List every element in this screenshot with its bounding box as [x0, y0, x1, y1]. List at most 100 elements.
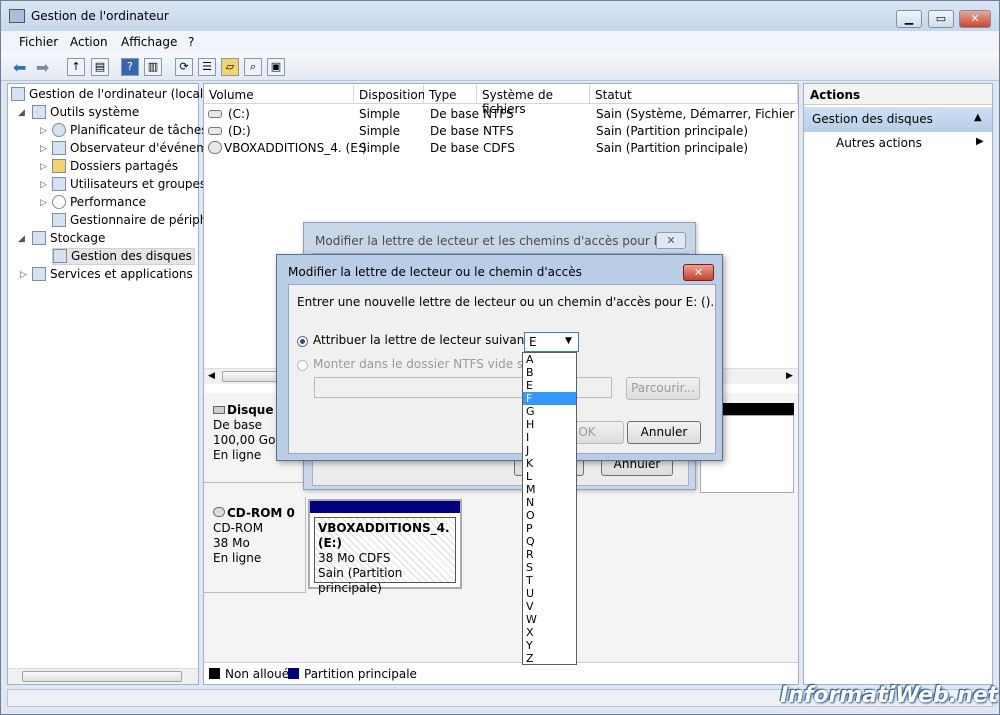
- back-arrow-icon[interactable]: ⬅: [13, 58, 26, 77]
- tree-item-system-tools[interactable]: Outils système: [32, 105, 139, 119]
- dropdown-option-p[interactable]: P: [523, 522, 576, 535]
- radio-assign-letter-label[interactable]: Attribuer la lettre de lecteur suivante …: [313, 333, 544, 347]
- tree-item-task-scheduler[interactable]: Planificateur de tâches: [52, 123, 208, 137]
- legend: Non alloué Partition principale: [204, 662, 798, 684]
- scroll-left-icon[interactable]: ◀: [208, 371, 215, 381]
- minimize-button[interactable]: ▁: [896, 10, 922, 28]
- dropdown-option-h[interactable]: H: [523, 418, 576, 431]
- dropdown-option-a[interactable]: A: [523, 353, 576, 366]
- tree-item-disk-management[interactable]: Gestion des disques: [52, 248, 195, 265]
- tree-item-device-manager[interactable]: Gestionnaire de périphé: [52, 213, 215, 227]
- dropdown-option-v[interactable]: V: [523, 600, 576, 613]
- tree-horizontal-scrollbar[interactable]: [8, 668, 198, 684]
- radio-mount-folder[interactable]: [297, 360, 308, 371]
- column-header-volume[interactable]: Volume: [204, 85, 354, 104]
- dropdown-option-f[interactable]: F: [523, 392, 576, 405]
- expand-arrow-icon[interactable]: ▷: [40, 144, 47, 154]
- browse-button[interactable]: Parcourir...: [626, 377, 700, 400]
- title-bar[interactable]: Gestion de l'ordinateur ▁ ▭ ✕: [1, 1, 999, 31]
- show-pane-icon[interactable]: ▥: [144, 58, 162, 76]
- expand-arrow-icon[interactable]: ▷: [20, 270, 27, 280]
- cdrom0-info[interactable]: CD-ROM 0 CD-ROM 38 Mo En ligne: [204, 497, 306, 593]
- chevron-down-icon[interactable]: ▼: [565, 336, 572, 346]
- menu-action[interactable]: Action: [70, 35, 108, 49]
- collapse-arrow-icon[interactable]: ◢: [18, 108, 25, 118]
- cdrom0-size: 38 Mo: [213, 536, 250, 550]
- dropdown-option-u[interactable]: U: [523, 587, 576, 600]
- disk-settings-icon[interactable]: ▣: [267, 58, 285, 76]
- event-viewer-icon: [52, 141, 66, 155]
- volume-row[interactable]: (D:) Simple De base NTFS Sain (Partition…: [204, 123, 798, 140]
- column-header-type[interactable]: Type: [424, 85, 477, 104]
- column-header-disposition[interactable]: Disposition: [354, 85, 425, 104]
- menu-fichier[interactable]: Fichier: [19, 35, 58, 49]
- expand-arrow-icon[interactable]: ▷: [40, 198, 47, 208]
- actions-more[interactable]: Autres actions ▶: [836, 136, 986, 150]
- expand-arrow-icon[interactable]: ▷: [40, 162, 47, 172]
- dropdown-option-q[interactable]: Q: [523, 535, 576, 548]
- dialog-back-close-button[interactable]: ✕: [656, 232, 686, 249]
- column-header-status[interactable]: Statut: [590, 85, 798, 104]
- tree-item-services[interactable]: Services et applications: [32, 267, 193, 281]
- dropdown-option-x[interactable]: X: [523, 626, 576, 639]
- menu-help[interactable]: ?: [188, 35, 194, 49]
- actions-section-disk-management[interactable]: Gestion des disques ▲: [804, 107, 992, 132]
- actions-more-label: Autres actions: [836, 136, 922, 150]
- scroll-right-icon[interactable]: ▶: [786, 371, 793, 381]
- dropdown-option-b[interactable]: B: [523, 366, 576, 379]
- dropdown-option-y[interactable]: Y: [523, 639, 576, 652]
- help-icon[interactable]: ?: [121, 58, 139, 76]
- maximize-button[interactable]: ▭: [928, 10, 954, 28]
- collapse-up-icon[interactable]: ▲: [974, 112, 982, 123]
- expand-arrow-icon[interactable]: ▷: [40, 180, 47, 190]
- dialog-prompt: Entrer une nouvelle lettre de lecteur ou…: [297, 295, 715, 309]
- refresh-icon[interactable]: ⟳: [175, 58, 193, 76]
- dropdown-option-g[interactable]: G: [523, 405, 576, 418]
- tree-item-shared-folders[interactable]: Dossiers partagés: [52, 159, 178, 173]
- dropdown-option-e[interactable]: E: [523, 379, 576, 392]
- tree-item-performance[interactable]: Performance: [52, 195, 146, 209]
- radio-assign-letter[interactable]: [297, 336, 308, 347]
- dialog-title: Modifier la lettre de lecteur ou le chem…: [288, 265, 582, 279]
- drive-letter-value: E: [529, 335, 537, 349]
- dropdown-option-w[interactable]: W: [523, 613, 576, 626]
- volume-row[interactable]: (C:) Simple De base NTFS Sain (Système, …: [204, 106, 798, 123]
- drive-letter-select[interactable]: E ▼: [524, 332, 579, 352]
- dropdown-option-l[interactable]: L: [523, 470, 576, 483]
- close-button[interactable]: ✕: [959, 10, 991, 28]
- dropdown-option-o[interactable]: O: [523, 509, 576, 522]
- dropdown-option-t[interactable]: T: [523, 574, 576, 587]
- dialog-close-button[interactable]: ✕: [683, 264, 714, 281]
- dropdown-option-j[interactable]: J: [523, 444, 576, 457]
- column-header-filesystem[interactable]: Système de fichiers: [477, 85, 590, 116]
- disk0-partition-bar[interactable]: [722, 403, 794, 415]
- volume-row[interactable]: VBOXADDITIONS_4. (E:) Simple De base CDF…: [204, 140, 798, 157]
- dropdown-option-i[interactable]: I: [523, 431, 576, 444]
- tree-item-computer-management[interactable]: Gestion de l'ordinateur (local): [11, 87, 208, 101]
- properties-icon[interactable]: ☰: [198, 58, 216, 76]
- search-icon[interactable]: ⌕: [244, 58, 262, 76]
- expand-arrow-icon[interactable]: ▷: [40, 126, 47, 136]
- up-folder-icon[interactable]: ↑: [67, 58, 85, 76]
- dropdown-option-m[interactable]: M: [523, 483, 576, 496]
- forward-arrow-icon[interactable]: ➡: [36, 58, 49, 77]
- dropdown-option-r[interactable]: R: [523, 548, 576, 561]
- scroll-thumb[interactable]: [22, 671, 182, 682]
- tree-item-users-groups[interactable]: Utilisateurs et groupes l: [52, 177, 213, 191]
- dropdown-option-z[interactable]: Z: [523, 652, 576, 665]
- chevron-right-icon: ▶: [976, 136, 984, 147]
- tree-item-storage[interactable]: Stockage: [32, 231, 105, 245]
- dropdown-option-n[interactable]: N: [523, 496, 576, 509]
- cdrom0-partition[interactable]: VBOXADDITIONS_4. (E:) 38 Mo CDFS Sain (P…: [308, 499, 462, 595]
- change-drive-letter-dialog: Modifier la lettre de lecteur ou le chem…: [276, 254, 723, 461]
- cancel-button[interactable]: Annuler: [627, 421, 701, 444]
- menu-affichage[interactable]: Affichage: [121, 35, 177, 49]
- navigation-tree: Gestion de l'ordinateur (local) ◢ Outils…: [7, 83, 215, 685]
- tree-item-event-viewer[interactable]: Observateur d'événeme: [52, 141, 215, 155]
- show-tree-icon[interactable]: ▤: [91, 58, 109, 76]
- dropdown-option-k[interactable]: K: [523, 457, 576, 470]
- drive-letter-dropdown-list[interactable]: ABEFGHIJKLMNOPQRSTUVWXYZ: [522, 352, 577, 665]
- open-folder-icon[interactable]: ▱: [221, 58, 239, 76]
- dropdown-option-s[interactable]: S: [523, 561, 576, 574]
- collapse-arrow-icon[interactable]: ◢: [18, 234, 25, 244]
